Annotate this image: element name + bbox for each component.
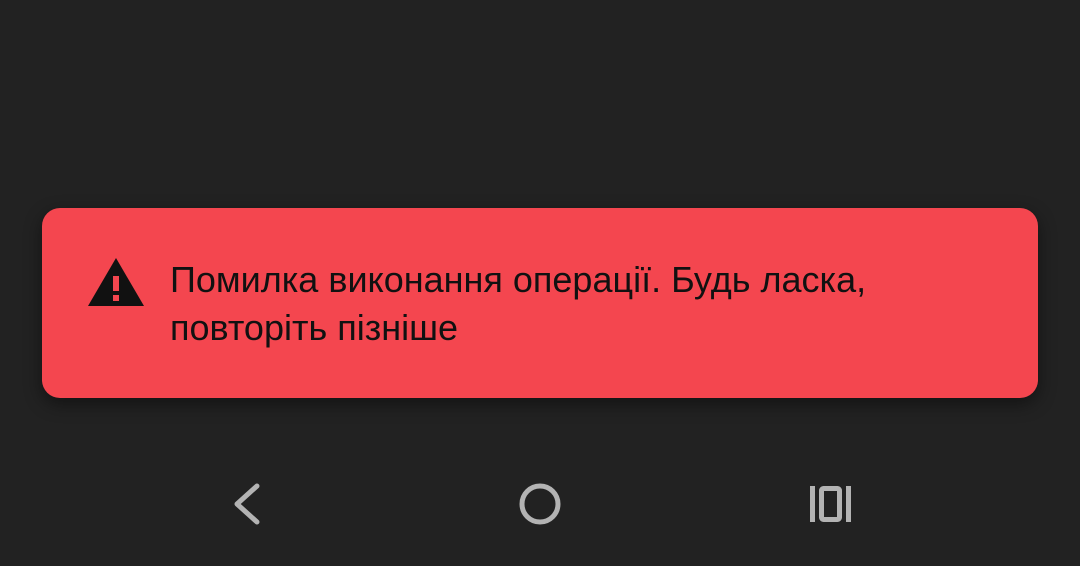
back-chevron-icon [234,483,260,525]
system-navigation-bar [0,456,1080,552]
home-button[interactable] [492,456,588,552]
error-message: Помилка виконання операції. Будь ласка, … [170,259,867,348]
recents-button[interactable] [783,456,879,552]
recents-icon [810,486,851,522]
back-button[interactable] [199,456,295,552]
app-screen: Помилка виконання операції. Будь ласка, … [0,0,1080,566]
home-circle-icon [519,483,561,525]
warning-icon [86,256,146,308]
